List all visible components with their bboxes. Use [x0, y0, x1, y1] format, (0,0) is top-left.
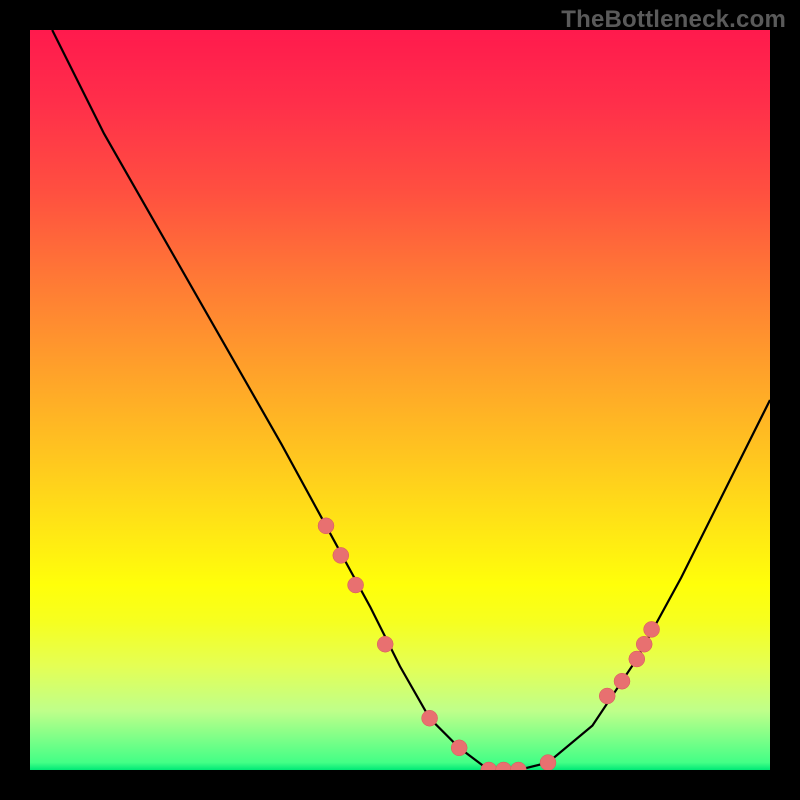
curve-marker	[636, 636, 652, 652]
curve-marker	[333, 547, 349, 563]
curve-marker	[614, 673, 630, 689]
curve-marker	[510, 762, 526, 770]
curve-marker	[481, 762, 497, 770]
curve-marker	[496, 762, 512, 770]
bottleneck-curve-line	[52, 30, 770, 770]
watermark-text: TheBottleneck.com	[561, 6, 786, 34]
curve-marker	[318, 518, 334, 534]
curve-marker	[377, 636, 393, 652]
curve-marker	[644, 621, 660, 637]
curve-marker	[451, 740, 467, 756]
chart-plot-area	[30, 30, 770, 770]
curve-marker	[540, 755, 556, 770]
curve-marker	[599, 688, 615, 704]
curve-marker	[629, 651, 645, 667]
chart-svg	[30, 30, 770, 770]
curve-markers	[318, 518, 660, 770]
curve-marker	[348, 577, 364, 593]
curve-marker	[422, 710, 438, 726]
